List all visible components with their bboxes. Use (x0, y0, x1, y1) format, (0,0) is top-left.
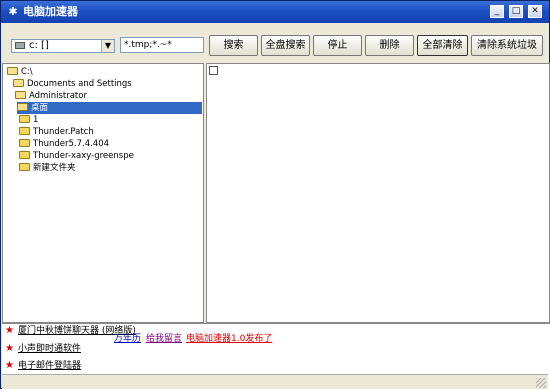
star-icon: ★ (5, 325, 14, 336)
tree-item[interactable]: Thunder-xaxy-greenspe (19, 150, 134, 162)
full-disk-search-button[interactable]: 全盘搜索 (261, 35, 310, 56)
folder-icon (19, 151, 30, 159)
close-icon: ✕ (531, 6, 539, 16)
folder-open-icon (7, 67, 18, 75)
minimize-icon: _ (494, 6, 500, 16)
drive-icon (15, 42, 25, 49)
tree-item-label: C:\ (21, 67, 33, 77)
folder-icon (19, 127, 30, 135)
filter-input[interactable] (120, 37, 204, 53)
calendar-link[interactable]: 万年历 (114, 333, 141, 345)
search-button[interactable]: 搜索 (209, 35, 258, 56)
minimize-button[interactable]: _ (490, 5, 504, 18)
link-label: 电子邮件登陆器 (17, 361, 81, 371)
window-title: 电脑加速器 (23, 5, 78, 18)
toolbar: c: [] ▼ 搜索 全盘搜索 停止 删除 全部清除 清除系统垃圾 (2, 23, 549, 63)
folder-icon (19, 139, 30, 147)
tree-item[interactable]: Thunder.Patch (19, 126, 94, 138)
title-bar[interactable]: ✱ 电脑加速器 _ □ ✕ (1, 1, 549, 23)
tree-item[interactable]: Thunder5.7.4.404 (19, 138, 109, 150)
tree-item[interactable]: 新建文件夹 (19, 162, 76, 174)
tree-item-label: Administrator (29, 91, 87, 101)
tree-item[interactable]: 1 (19, 114, 38, 126)
star-icon: ★ (5, 343, 14, 354)
resize-grip-icon[interactable] (536, 378, 546, 388)
maximize-button[interactable]: □ (509, 5, 523, 18)
tree-item-label: Thunder.Patch (33, 127, 94, 137)
folder-open-icon (13, 79, 24, 87)
select-all-checkbox[interactable] (209, 66, 218, 75)
delete-button[interactable]: 删除 (365, 35, 414, 56)
tree-item[interactable]: Administrator (15, 90, 87, 102)
link-item[interactable]: ★ 小声即时通软件 (5, 342, 81, 356)
folder-icon (19, 115, 30, 123)
file-list-panel[interactable] (206, 63, 550, 323)
star-icon: ★ (5, 360, 14, 371)
drive-select[interactable]: c: [] ▼ (11, 39, 115, 53)
maximize-icon: □ (511, 6, 521, 16)
tree-item-selected[interactable]: 桌面 (17, 102, 202, 114)
drive-select-value: c: [] (29, 40, 49, 51)
status-bar (2, 374, 548, 389)
tree-item-label: Thunder-xaxy-greenspe (33, 151, 134, 161)
tree-item[interactable]: Documents and Settings (13, 78, 132, 90)
close-button[interactable]: ✕ (528, 5, 542, 18)
folder-open-icon (17, 103, 28, 111)
clean-junk-button[interactable]: 清除系统垃圾 (471, 35, 543, 56)
tree-item-label: Documents and Settings (27, 79, 132, 89)
guestbook-link[interactable]: 给我留言 (146, 333, 182, 345)
app-icon: ✱ (8, 5, 18, 18)
folder-tree[interactable]: C:\ Documents and Settings Administrator… (2, 63, 204, 323)
tree-item-label: 桌面 (31, 103, 49, 113)
tree-item-label: 1 (33, 115, 39, 125)
link-label: 小声即时通软件 (17, 344, 81, 354)
main-window: ✱ 电脑加速器 _ □ ✕ c: [] ▼ 搜索 全盘搜索 停止 删除 全部清除… (0, 0, 550, 390)
link-item[interactable]: ★ 电子邮件登陆器 (5, 359, 81, 373)
tree-item-label: Thunder5.7.4.404 (33, 139, 110, 149)
tree-item[interactable]: C:\ (7, 66, 33, 78)
stop-button[interactable]: 停止 (313, 35, 362, 56)
chevron-down-icon[interactable]: ▼ (101, 40, 114, 52)
tree-item-label: 新建文件夹 (33, 163, 76, 173)
folder-open-icon (15, 91, 26, 99)
folder-icon (19, 163, 30, 171)
release-news-link[interactable]: 电脑加速器1.0发布了 (186, 333, 272, 345)
delete-all-button[interactable]: 全部清除 (417, 35, 468, 56)
